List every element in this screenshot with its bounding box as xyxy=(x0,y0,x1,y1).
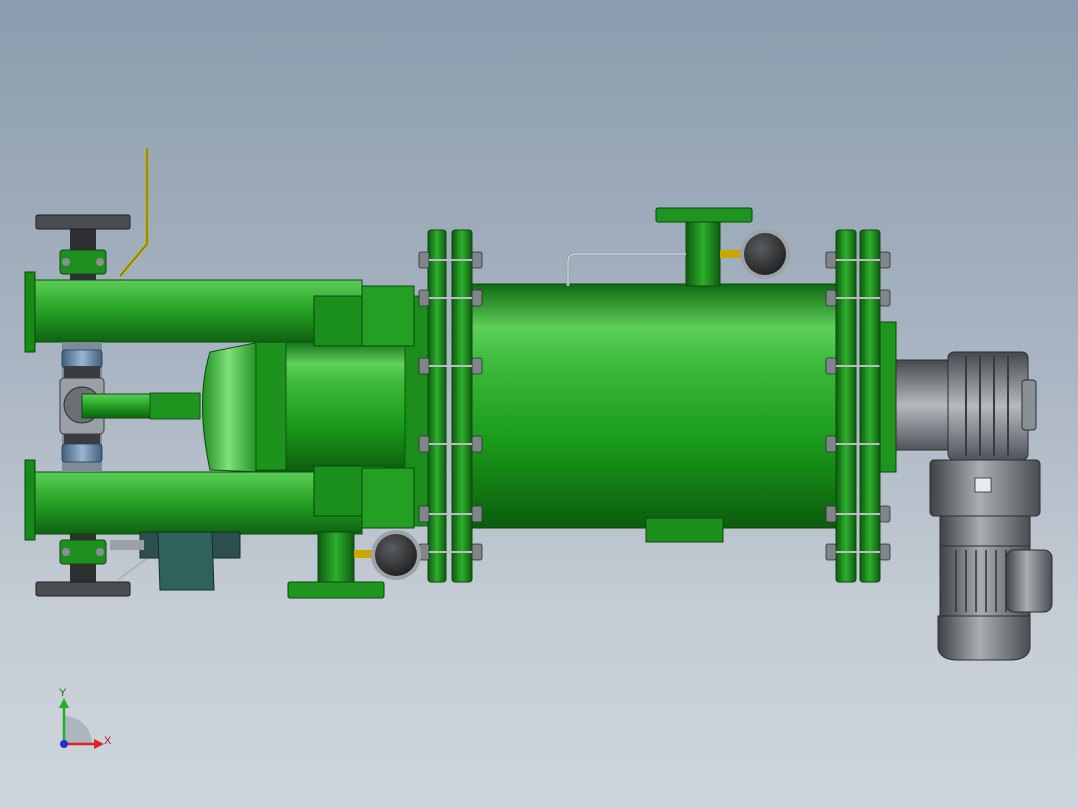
housing-end-cap xyxy=(202,341,261,473)
bottom-pad xyxy=(645,517,724,543)
ball-valve-top[interactable] xyxy=(35,148,149,280)
bypass-line[interactable] xyxy=(59,342,201,472)
filter-assembly-model[interactable]: Y X xyxy=(0,0,1078,808)
triad-x-label: X xyxy=(104,735,112,747)
pressure-gauge-top[interactable] xyxy=(720,229,790,279)
top-nozzle[interactable] xyxy=(566,207,753,287)
triad-y-label: Y xyxy=(59,687,67,699)
outlet-pipe-top[interactable] xyxy=(24,271,415,353)
flange-left[interactable] xyxy=(427,229,473,583)
cad-viewport[interactable]: Y X xyxy=(0,0,1078,808)
pressure-gauge-bottom[interactable] xyxy=(354,530,421,580)
valve-lever-top[interactable] xyxy=(118,148,149,277)
housing-shell xyxy=(469,283,841,529)
bottom-nozzle[interactable] xyxy=(287,531,385,599)
flange-right[interactable] xyxy=(835,229,881,583)
triad-z-axis xyxy=(60,740,68,748)
actuator-box[interactable] xyxy=(110,531,241,591)
axis-triad: Y X xyxy=(59,687,112,749)
gear-motor[interactable] xyxy=(879,321,1053,661)
